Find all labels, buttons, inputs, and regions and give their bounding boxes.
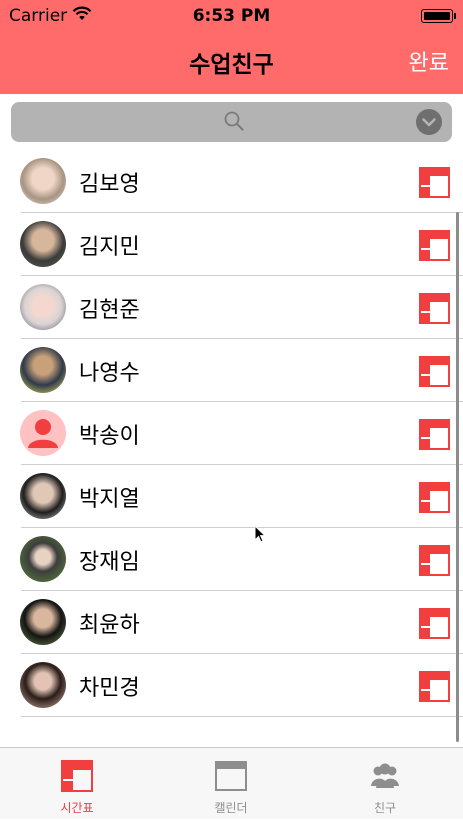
friend-name: 김지민 xyxy=(79,235,140,260)
friend-name: 박지열 xyxy=(79,487,140,512)
avatar xyxy=(20,158,66,204)
timetable-icon xyxy=(61,760,93,792)
search-area xyxy=(0,94,463,150)
search-field[interactable] xyxy=(11,102,452,142)
friend-row[interactable]: 장재임 xyxy=(0,528,463,591)
friend-list: 김보영 김지민 김현준 나영수 박송이 박지열 장재임 최윤하 차민경 xyxy=(0,150,463,747)
battery-icon xyxy=(421,9,456,23)
avatar xyxy=(20,221,66,267)
friend-name: 박송이 xyxy=(79,424,140,449)
tab-label: 캘린더 xyxy=(214,801,248,815)
friend-name: 최윤하 xyxy=(79,613,140,638)
timetable-icon[interactable] xyxy=(419,356,450,387)
timetable-icon[interactable] xyxy=(419,419,450,450)
timetable-icon[interactable] xyxy=(419,671,450,702)
friend-row[interactable]: 박송이 xyxy=(0,402,463,465)
navigation-bar: 수업친구 완료 xyxy=(0,32,463,94)
tab-bar: 시간표 캘린더 친구 xyxy=(0,747,463,819)
calendar-icon xyxy=(215,761,247,791)
avatar xyxy=(20,662,66,708)
avatar xyxy=(20,284,66,330)
friend-row[interactable]: 김현준 xyxy=(0,276,463,339)
timetable-icon[interactable] xyxy=(419,608,450,639)
tab-calendar[interactable]: 캘린더 xyxy=(154,748,308,820)
row-divider xyxy=(21,716,463,717)
friend-row[interactable]: 박지열 xyxy=(0,465,463,528)
tab-timetable[interactable]: 시간표 xyxy=(0,748,154,820)
friend-name: 장재임 xyxy=(79,550,140,575)
friends-icon xyxy=(371,763,399,788)
timetable-icon[interactable] xyxy=(419,482,450,513)
friend-name: 나영수 xyxy=(79,361,140,386)
done-button[interactable]: 완료 xyxy=(409,45,449,77)
timetable-icon[interactable] xyxy=(419,545,450,576)
friend-name: 김현준 xyxy=(79,298,140,323)
page-title: 수업친구 xyxy=(189,52,274,78)
tab-label: 친구 xyxy=(373,801,397,815)
avatar xyxy=(20,473,66,519)
friend-name: 차민경 xyxy=(79,676,140,701)
timetable-icon[interactable] xyxy=(419,230,450,261)
tab-friends[interactable]: 친구 xyxy=(308,748,462,820)
timetable-icon[interactable] xyxy=(419,293,450,324)
default-avatar-icon xyxy=(20,410,66,456)
friend-row[interactable]: 김지민 xyxy=(0,213,463,276)
scroll-indicator[interactable] xyxy=(456,212,459,742)
avatar xyxy=(20,599,66,645)
friend-name: 김보영 xyxy=(79,172,140,197)
mouse-cursor-icon xyxy=(254,525,267,543)
friend-row[interactable]: 나영수 xyxy=(0,339,463,402)
friend-row[interactable]: 차민경 xyxy=(0,654,463,717)
friend-row[interactable]: 김보영 xyxy=(0,150,463,213)
avatar xyxy=(20,347,66,393)
chevron-down-icon[interactable] xyxy=(416,109,442,135)
timetable-icon[interactable] xyxy=(419,167,450,198)
status-time: 6:53 PM xyxy=(192,6,271,26)
avatar xyxy=(20,536,66,582)
status-bar: Carrier 6:53 PM xyxy=(0,0,463,32)
tab-label: 시간표 xyxy=(60,801,94,815)
friend-row[interactable]: 최윤하 xyxy=(0,591,463,654)
search-icon xyxy=(224,111,244,131)
